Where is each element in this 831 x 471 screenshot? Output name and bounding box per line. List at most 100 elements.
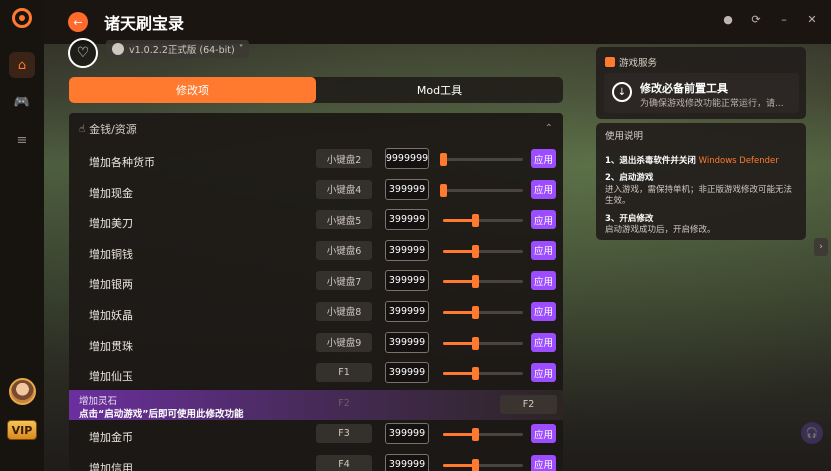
user-avatar[interactable] xyxy=(9,378,36,405)
slider-thumb[interactable] xyxy=(472,367,479,381)
page-title: 诸天刷宝录 xyxy=(104,14,185,33)
step1-title: 1、退出杀毒软件并关闭 xyxy=(605,155,696,166)
cheat-list-panel: ☝ 金钱/资源 ⌃ 增加各种货币 小键盘2 9999999 应用 增加现金 小键盘4 399… xyxy=(69,113,563,471)
apply-button[interactable]: 应用 xyxy=(531,332,556,352)
apply-button[interactable]: 应用 xyxy=(531,240,556,260)
vip-badge[interactable]: VIP xyxy=(7,420,37,440)
expand-arrow-icon[interactable]: › xyxy=(814,238,828,256)
cheat-label: 增加各种货币 xyxy=(89,156,155,169)
cheat-row: 增加妖晶 小键盘8 399999 应用 xyxy=(69,298,563,329)
value-slider[interactable] xyxy=(443,336,523,350)
cheat-label: 增加贯珠 xyxy=(89,339,133,353)
value-input[interactable]: 399999 xyxy=(385,209,429,231)
chevron-down-icon: ˅ xyxy=(238,43,244,55)
hotkey-button[interactable]: 小键盘7 xyxy=(316,271,372,291)
locked-row: 增加灵石 点击“启动游戏”后即可使用此修改功能 F2 F2 xyxy=(69,389,563,421)
nav-library-icon[interactable]: ≡ xyxy=(9,127,35,153)
slider-thumb[interactable] xyxy=(472,214,479,228)
apply-button[interactable]: 应用 xyxy=(531,271,556,291)
record-icon[interactable]: ● xyxy=(721,13,735,26)
slider-thumb[interactable] xyxy=(440,153,447,166)
value-input[interactable]: 399999 xyxy=(385,178,429,200)
service-icon xyxy=(605,57,615,67)
slider-thumb[interactable] xyxy=(440,183,447,197)
help-step-1: 1、退出杀毒软件并关闭 Windows Defender xyxy=(605,156,797,167)
value-input[interactable]: 399999 xyxy=(385,362,429,384)
section-header[interactable]: ☝ 金钱/资源 ⌃ xyxy=(69,113,563,145)
service-header-label: 游戏服务 xyxy=(619,58,658,69)
value-slider[interactable] xyxy=(443,305,523,319)
nav-games-icon[interactable]: 🎮 xyxy=(9,89,35,115)
slider-fill xyxy=(443,310,475,314)
value-slider[interactable] xyxy=(443,367,523,381)
value-input[interactable]: 399999 xyxy=(385,270,429,292)
close-button[interactable]: ✕ xyxy=(805,13,819,26)
version-selector[interactable]: v1.0.2.2正式版 (64-bit) ˅ xyxy=(106,40,250,58)
step3-title: 3、开启修改 xyxy=(605,213,654,224)
hotkey-button[interactable]: 小键盘5 xyxy=(316,210,372,230)
hotkey-button[interactable]: F4 xyxy=(316,454,372,471)
refresh-icon[interactable]: ⟳ xyxy=(749,13,763,26)
value-slider[interactable] xyxy=(440,153,523,166)
cheat-label: 增加美刀 xyxy=(89,217,133,231)
slider-fill xyxy=(443,219,475,223)
value-input[interactable]: 9999999 xyxy=(385,148,429,169)
cheat-label: 增加铜钱 xyxy=(89,247,133,261)
minimize-button[interactable]: – xyxy=(777,13,791,26)
collapse-icon[interactable]: ⌃ xyxy=(545,123,553,134)
value-input[interactable]: 399999 xyxy=(385,239,429,261)
step3-body: 启动游戏成功后，开启修改。 xyxy=(605,225,716,236)
value-slider[interactable] xyxy=(443,275,523,289)
help-step-3: 3、开启修改 启动游戏成功后，开启修改。 xyxy=(605,214,797,237)
apply-button[interactable]: 应用 xyxy=(531,424,556,444)
back-button[interactable]: ← xyxy=(68,12,88,32)
value-slider[interactable] xyxy=(443,458,523,471)
tool-desc: 为确保游戏修改功能正常运行，请... xyxy=(640,99,784,109)
cheat-label: 增加现金 xyxy=(89,186,133,200)
hotkey-button[interactable]: F3 xyxy=(316,424,372,444)
hotkey-dim: F2 xyxy=(338,397,350,409)
prerequisite-tool-item[interactable]: ↓ 修改必备前置工具 为确保游戏修改功能正常运行，请... xyxy=(604,73,799,113)
hotkey-button[interactable]: 小键盘2 xyxy=(316,149,372,168)
value-input[interactable]: 399999 xyxy=(385,300,429,322)
left-rail: ⌂ 🎮 ≡ VIP xyxy=(0,0,44,471)
slider-thumb[interactable] xyxy=(472,428,479,442)
value-input[interactable]: 399999 xyxy=(385,423,429,445)
hotkey-button[interactable]: 小键盘9 xyxy=(316,332,372,352)
slider-thumb[interactable] xyxy=(472,275,479,289)
value-slider[interactable] xyxy=(443,428,523,442)
cheat-row: 增加金币 F3 399999 应用 xyxy=(69,420,563,451)
slider-thumb[interactable] xyxy=(472,244,479,258)
cheat-label: 增加金币 xyxy=(89,431,133,445)
value-slider[interactable] xyxy=(440,183,523,197)
value-slider[interactable] xyxy=(443,244,523,258)
apply-button[interactable]: 应用 xyxy=(531,179,556,199)
support-headset-icon[interactable]: 🎧 xyxy=(801,422,823,444)
apply-button[interactable]: 应用 xyxy=(531,454,556,471)
slider-fill xyxy=(443,341,475,345)
hotkey-button[interactable]: 小键盘6 xyxy=(316,240,372,260)
slider-fill xyxy=(443,249,475,253)
tab-modifiers[interactable]: 修改项 xyxy=(69,77,316,103)
value-input[interactable]: 399999 xyxy=(385,453,429,471)
apply-button[interactable]: 应用 xyxy=(531,210,556,230)
value-input[interactable]: 399999 xyxy=(385,331,429,353)
apply-button[interactable]: 应用 xyxy=(531,363,556,383)
version-label: v1.0.2.2正式版 (64-bit) xyxy=(129,45,235,56)
apply-button[interactable]: 应用 xyxy=(531,149,556,168)
slider-thumb[interactable] xyxy=(472,305,479,319)
step2-body: 进入游戏，需保持单机；非正版游戏修改可能无法生效。 xyxy=(605,184,793,207)
favorite-heart-icon[interactable]: ♡ xyxy=(68,38,98,68)
hotkey-button[interactable]: F2 xyxy=(500,394,557,414)
apply-button[interactable]: 应用 xyxy=(531,301,556,321)
slider-thumb[interactable] xyxy=(472,336,479,350)
slider-thumb[interactable] xyxy=(472,458,479,471)
hotkey-button[interactable]: 小键盘8 xyxy=(316,301,372,321)
cheat-row: 增加银两 小键盘7 399999 应用 xyxy=(69,267,563,298)
hotkey-button[interactable]: F1 xyxy=(316,363,372,383)
tab-mod-tools[interactable]: Mod工具 xyxy=(316,77,563,103)
hotkey-button[interactable]: 小键盘4 xyxy=(316,179,372,199)
nav-home-icon[interactable]: ⌂ xyxy=(9,52,35,78)
value-slider[interactable] xyxy=(443,214,523,228)
tool-title: 修改必备前置工具 xyxy=(640,82,728,95)
